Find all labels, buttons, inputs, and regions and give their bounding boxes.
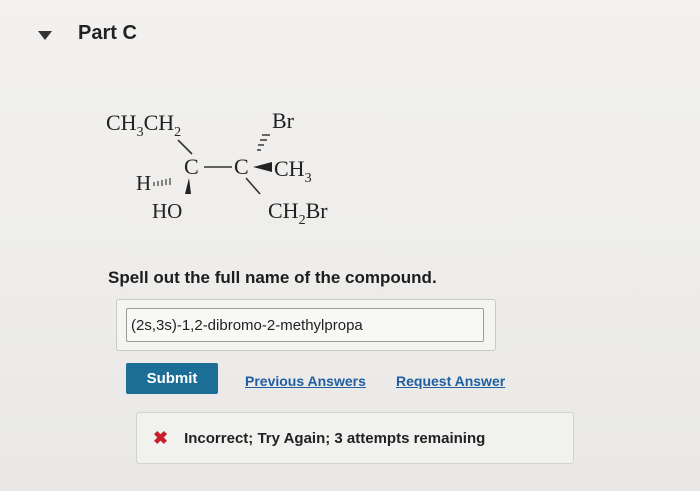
part-title: Part C <box>78 22 137 44</box>
methyl-group: CH3 <box>274 156 312 186</box>
question-prompt: Spell out the full name of the compound. <box>108 268 437 287</box>
structure-diagram: CH3CH2 Br C C CH3 H HO CH2Br <box>106 108 328 228</box>
carbon-2: C <box>234 154 249 179</box>
answer-box <box>116 299 496 351</box>
feedback-box: ✖ Incorrect; Try Again; 3 attempts remai… <box>136 412 574 464</box>
submit-button[interactable]: Submit <box>126 363 218 394</box>
bromomethyl-group: CH2Br <box>268 198 328 228</box>
hydrogen-label: H <box>136 171 151 195</box>
collapse-caret-icon[interactable] <box>38 30 52 40</box>
bromine-label: Br <box>272 108 295 133</box>
feedback-message: Incorrect; Try Again; 3 attempts remaini… <box>184 429 486 447</box>
answer-input[interactable] <box>126 308 484 342</box>
part-header[interactable]: Part C <box>38 22 137 45</box>
hashed-wedge-br <box>257 134 270 151</box>
solid-wedge-ho <box>185 178 191 194</box>
ethyl-group: CH3CH2 <box>106 110 181 140</box>
bond-ch2br <box>245 177 261 195</box>
previous-answers-link[interactable]: Previous Answers <box>245 373 366 389</box>
solid-wedge-ch3 <box>253 162 272 172</box>
hashed-wedge-h <box>153 178 171 186</box>
request-answer-link[interactable]: Request Answer <box>396 373 505 389</box>
carbon-1: C <box>184 154 199 179</box>
bond-ethyl <box>177 139 193 155</box>
incorrect-x-icon: ✖ <box>153 427 169 448</box>
hydroxyl-group: HO <box>152 199 182 223</box>
